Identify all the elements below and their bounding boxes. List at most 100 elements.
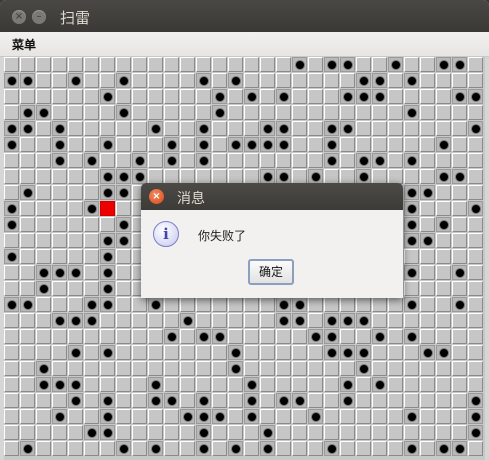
board-cell[interactable]	[260, 73, 275, 88]
board-cell[interactable]	[4, 185, 19, 200]
board-cell[interactable]	[4, 281, 19, 296]
board-cell[interactable]	[420, 153, 435, 168]
mine-cell[interactable]	[228, 137, 243, 152]
board-cell[interactable]	[116, 89, 131, 104]
mine-cell[interactable]	[244, 393, 259, 408]
board-cell[interactable]	[20, 249, 35, 264]
mine-cell[interactable]	[324, 153, 339, 168]
board-cell[interactable]	[132, 345, 147, 360]
board-cell[interactable]	[20, 153, 35, 168]
board-cell[interactable]	[180, 105, 195, 120]
board-cell[interactable]	[372, 297, 387, 312]
board-cell[interactable]	[292, 121, 307, 136]
board-cell[interactable]	[372, 361, 387, 376]
board-cell[interactable]	[116, 249, 131, 264]
mine-cell[interactable]	[292, 393, 307, 408]
board-cell[interactable]	[164, 57, 179, 72]
board-cell[interactable]	[228, 105, 243, 120]
board-cell[interactable]	[228, 121, 243, 136]
board-cell[interactable]	[244, 441, 259, 456]
board-cell[interactable]	[340, 153, 355, 168]
board-cell[interactable]	[20, 217, 35, 232]
board-cell[interactable]	[308, 121, 323, 136]
window-close-button[interactable]: ×	[12, 10, 26, 24]
board-cell[interactable]	[436, 425, 451, 440]
board-cell[interactable]	[148, 409, 163, 424]
board-cell[interactable]	[308, 89, 323, 104]
board-cell[interactable]	[372, 105, 387, 120]
board-cell[interactable]	[308, 73, 323, 88]
mine-cell[interactable]	[100, 169, 115, 184]
mine-cell[interactable]	[4, 217, 19, 232]
mine-cell[interactable]	[324, 441, 339, 456]
board-cell[interactable]	[36, 89, 51, 104]
board-cell[interactable]	[84, 105, 99, 120]
mine-cell[interactable]	[196, 329, 211, 344]
board-cell[interactable]	[388, 121, 403, 136]
mine-cell[interactable]	[452, 265, 467, 280]
board-cell[interactable]	[404, 57, 419, 72]
board-cell[interactable]	[4, 233, 19, 248]
board-cell[interactable]	[292, 153, 307, 168]
mine-cell[interactable]	[52, 137, 67, 152]
board-cell[interactable]	[420, 137, 435, 152]
board-cell[interactable]	[404, 89, 419, 104]
board-cell[interactable]	[148, 329, 163, 344]
board-cell[interactable]	[164, 425, 179, 440]
board-cell[interactable]	[148, 137, 163, 152]
board-cell[interactable]	[196, 377, 211, 392]
board-cell[interactable]	[52, 329, 67, 344]
board-cell[interactable]	[388, 89, 403, 104]
mine-cell[interactable]	[20, 185, 35, 200]
board-cell[interactable]	[132, 393, 147, 408]
mine-cell[interactable]	[244, 377, 259, 392]
board-cell[interactable]	[276, 441, 291, 456]
board-cell[interactable]	[180, 329, 195, 344]
board-cell[interactable]	[164, 297, 179, 312]
board-cell[interactable]	[20, 169, 35, 184]
mine-cell[interactable]	[100, 137, 115, 152]
board-cell[interactable]	[452, 377, 467, 392]
board-cell[interactable]	[420, 57, 435, 72]
board-cell[interactable]	[372, 57, 387, 72]
board-cell[interactable]	[164, 89, 179, 104]
board-cell[interactable]	[4, 425, 19, 440]
board-cell[interactable]	[388, 345, 403, 360]
mine-cell[interactable]	[404, 153, 419, 168]
board-cell[interactable]	[132, 73, 147, 88]
board-cell[interactable]	[468, 233, 483, 248]
board-cell[interactable]	[388, 169, 403, 184]
mine-cell[interactable]	[276, 393, 291, 408]
mine-cell[interactable]	[68, 313, 83, 328]
board-cell[interactable]	[20, 425, 35, 440]
board-cell[interactable]	[388, 409, 403, 424]
board-cell[interactable]	[308, 441, 323, 456]
board-cell[interactable]	[388, 361, 403, 376]
board-cell[interactable]	[4, 377, 19, 392]
board-cell[interactable]	[116, 329, 131, 344]
board-cell[interactable]	[84, 233, 99, 248]
board-cell[interactable]	[52, 185, 67, 200]
board-cell[interactable]	[148, 105, 163, 120]
board-cell[interactable]	[468, 153, 483, 168]
mine-cell[interactable]	[52, 313, 67, 328]
board-cell[interactable]	[372, 137, 387, 152]
board-cell[interactable]	[116, 281, 131, 296]
mine-cell[interactable]	[148, 297, 163, 312]
board-cell[interactable]	[68, 185, 83, 200]
board-cell[interactable]	[84, 409, 99, 424]
board-cell[interactable]	[372, 169, 387, 184]
board-cell[interactable]	[420, 281, 435, 296]
board-cell[interactable]	[132, 297, 147, 312]
board-cell[interactable]	[260, 377, 275, 392]
board-cell[interactable]	[436, 73, 451, 88]
board-cell[interactable]	[260, 297, 275, 312]
board-cell[interactable]	[388, 153, 403, 168]
board-cell[interactable]	[292, 425, 307, 440]
board-cell[interactable]	[308, 137, 323, 152]
board-cell[interactable]	[452, 345, 467, 360]
board-cell[interactable]	[100, 73, 115, 88]
mine-cell[interactable]	[292, 313, 307, 328]
board-cell[interactable]	[436, 297, 451, 312]
board-cell[interactable]	[164, 169, 179, 184]
